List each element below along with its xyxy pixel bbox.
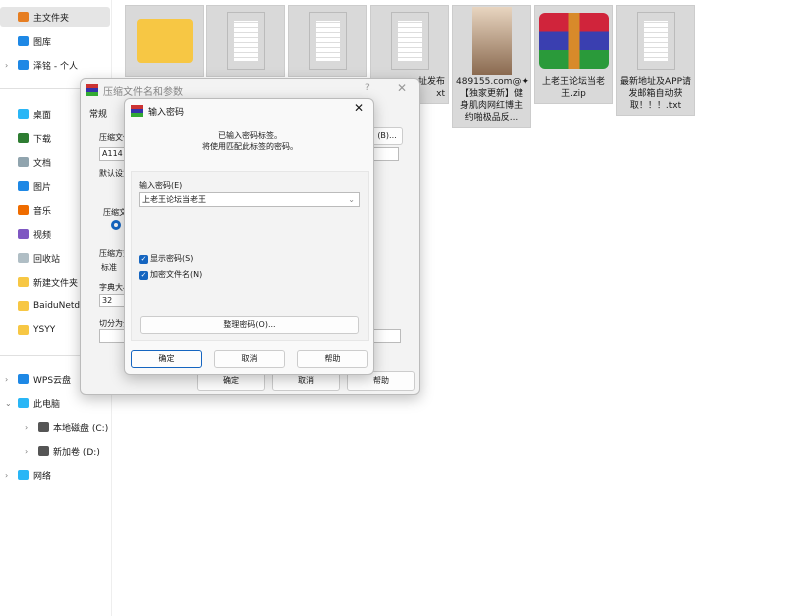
password-dialog: 输入密码 ✕ 已输入密码标签。 将使用匹配此标签的密码。 输入密码(E) 上老王…: [124, 98, 374, 375]
file-name: 最新地址及APP请发邮箱自动获取！！！.txt: [620, 77, 692, 111]
check-icon: ✓: [139, 271, 148, 280]
sidebar-item-label: 桌面: [33, 110, 52, 121]
chevron-down-icon[interactable]: ⌄: [5, 399, 12, 408]
download-icon: [18, 133, 29, 143]
password-input[interactable]: 上老王论坛当老王 ⌄: [139, 192, 360, 207]
chevron-right-icon[interactable]: ›: [25, 447, 28, 456]
text-file-icon: [226, 12, 265, 70]
sidebar-item-label: 网络: [33, 471, 52, 482]
browse-button[interactable]: (B)...: [371, 127, 403, 145]
sidebar-item-label: 文档: [33, 158, 52, 169]
sidebar-item-label: 视频: [33, 230, 52, 241]
sidebar-item[interactable]: 泽铭 - 个人 ›: [0, 55, 110, 75]
sidebar-item-label: 下载: [33, 134, 52, 145]
chevron-right-icon[interactable]: ›: [5, 471, 8, 480]
organize-passwords-button[interactable]: 整理密码(O)...: [140, 316, 359, 334]
sidebar-item-label: 此电脑: [33, 399, 61, 410]
chevron-right-icon[interactable]: ›: [5, 61, 8, 70]
ok-button[interactable]: 确定: [131, 350, 202, 368]
file-item[interactable]: [206, 5, 285, 77]
drive-icon: [38, 446, 49, 456]
home-icon: [18, 12, 29, 22]
check-icon: ✓: [139, 255, 148, 264]
drive-icon: [38, 422, 49, 432]
format-radio[interactable]: [111, 220, 121, 230]
sidebar-item[interactable]: 主文件夹: [0, 7, 110, 27]
dialog-title: 输入密码: [148, 108, 185, 118]
sidebar-item[interactable]: 此电脑 ⌄: [0, 393, 110, 413]
sidebar-item-label: YSYY: [33, 325, 56, 335]
sidebar-item-label: 回收站: [33, 254, 61, 265]
folder-icon: [136, 19, 193, 63]
sidebar-item-label: WPS云盘: [33, 375, 72, 386]
chevron-right-icon[interactable]: ›: [25, 423, 28, 432]
document-icon: [18, 157, 29, 167]
folder-icon: [18, 325, 29, 335]
network-icon: [18, 470, 29, 480]
dialog-title: 压缩文件名和参数: [103, 87, 183, 98]
text-file-icon: [390, 12, 429, 70]
file-name: 489155.com@✦【独家更新】健身肌肉网红博主约啪极品反...: [456, 77, 529, 123]
file-item[interactable]: [125, 5, 204, 77]
music-icon: [18, 205, 29, 215]
file-item[interactable]: 最新地址及APP请发邮箱自动获取！！！.txt: [616, 5, 695, 116]
info-text: 已输入密码标签。: [218, 131, 282, 140]
desktop-icon: [18, 109, 29, 119]
password-label: 输入密码(E): [139, 181, 183, 190]
sidebar-item-label: 主文件夹: [33, 13, 70, 24]
file-name: 上老王论坛当老王.zip: [541, 77, 605, 99]
encrypt-names-checkbox[interactable]: ✓ 加密文件名(N): [139, 269, 202, 280]
text-file-icon: [308, 12, 347, 70]
sidebar-item-label: 图库: [33, 37, 52, 48]
text-file-icon: [636, 12, 675, 70]
sidebar-item-label: 图片: [33, 182, 52, 193]
chevron-down-icon[interactable]: ⌄: [348, 193, 355, 206]
chevron-right-icon[interactable]: ›: [5, 375, 8, 384]
password-value: 上老王论坛当老王: [142, 195, 206, 204]
file-item[interactable]: [288, 5, 367, 77]
method-select[interactable]: 标准: [101, 262, 117, 273]
cloud-icon: [18, 374, 29, 384]
sidebar-item[interactable]: 图库: [0, 31, 110, 51]
folder-icon: [18, 277, 29, 287]
winrar-icon: [131, 105, 143, 117]
sidebar-item[interactable]: 本地磁盘 (C:) ›: [0, 417, 110, 437]
help-icon[interactable]: ?: [365, 83, 370, 93]
file-item[interactable]: 489155.com@✦【独家更新】健身肌肉网红博主约啪极品反...: [452, 5, 531, 128]
video-thumbnail: [471, 7, 512, 75]
encrypt-names-label: 加密文件名(N): [150, 270, 203, 279]
recycle-bin-icon: [18, 253, 29, 263]
gallery-icon: [18, 36, 29, 46]
sidebar-item[interactable]: 新加卷 (D:) ›: [0, 441, 110, 461]
sidebar-item-label: BaiduNetd: [33, 301, 81, 311]
tab-general[interactable]: 常规: [89, 107, 107, 120]
close-icon[interactable]: ✕: [354, 101, 364, 115]
sidebar-item-label: 本地磁盘 (C:): [53, 423, 109, 434]
close-icon[interactable]: ✕: [397, 81, 407, 95]
winrar-icon: [86, 84, 98, 96]
computer-icon: [18, 398, 29, 408]
video-icon: [18, 229, 29, 239]
winrar-archive-icon: [538, 13, 609, 69]
sidebar-item-label: 泽铭 - 个人: [33, 61, 78, 72]
sidebar-item-label: 音乐: [33, 206, 52, 217]
info-text: 将使用匹配此标签的密码。: [202, 142, 298, 151]
sidebar-item[interactable]: 网络 ›: [0, 465, 110, 485]
sidebar-item-label: 新加卷 (D:): [53, 447, 100, 458]
folder-icon: [18, 301, 29, 311]
show-password-checkbox[interactable]: ✓ 显示密码(S): [139, 253, 193, 264]
show-password-label: 显示密码(S): [150, 254, 194, 263]
cloud-icon: [18, 60, 29, 70]
cancel-button[interactable]: 取消: [214, 350, 285, 368]
pictures-icon: [18, 181, 29, 191]
file-item[interactable]: 上老王论坛当老王.zip: [534, 5, 613, 104]
help-button[interactable]: 帮助: [297, 350, 368, 368]
sidebar-item-label: 新建文件夹: [33, 278, 79, 289]
